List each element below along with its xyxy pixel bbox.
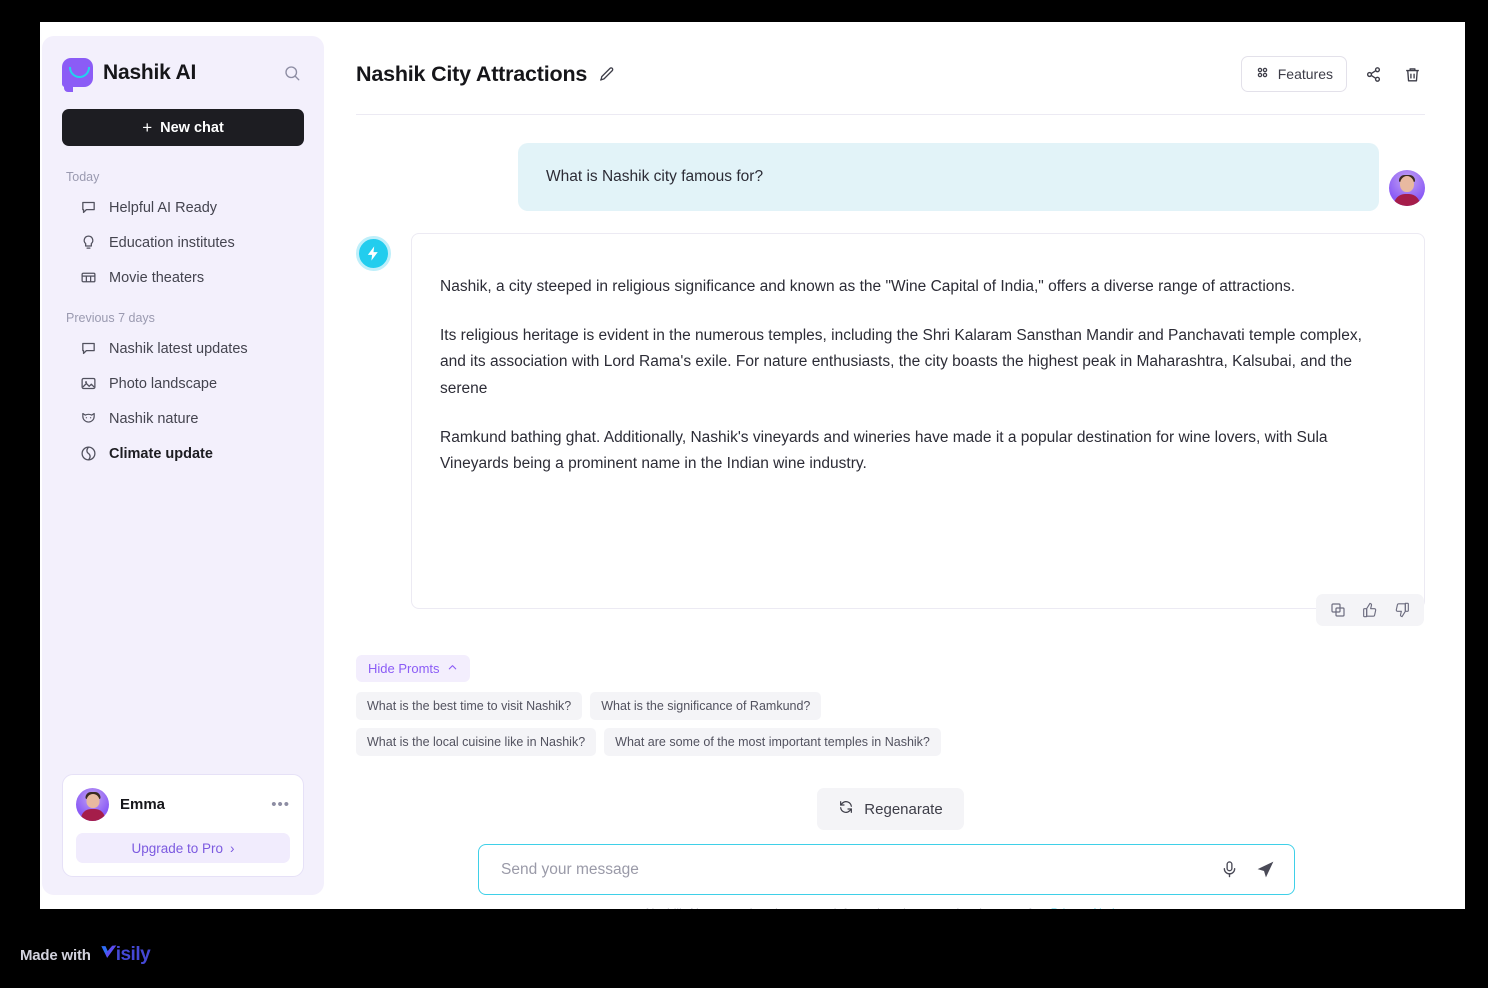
prompt-chip[interactable]: What is the significance of Ramkund? bbox=[590, 692, 822, 720]
sidebar-item-label: Nashik nature bbox=[109, 410, 199, 427]
chevron-right-icon: › bbox=[230, 840, 235, 856]
upgrade-label: Upgrade to Pro bbox=[131, 840, 224, 856]
pencil-icon[interactable] bbox=[598, 65, 616, 83]
prompt-chip[interactable]: What is the best time to visit Nashik? bbox=[356, 692, 583, 720]
disclaimer-text: Nashiik AI may produce inaccurate inform… bbox=[646, 906, 1051, 909]
sidebar-item-label: Movie theaters bbox=[109, 269, 205, 286]
app-window: Nashik AI + New chat Today Helpful AI Re… bbox=[40, 22, 1465, 909]
assistant-paragraph: Ramkund bathing ghat. Additionally, Nash… bbox=[440, 428, 1328, 473]
assistant-message-card: Nashik, a city steeped in religious sign… bbox=[411, 233, 1425, 626]
prompt-chip-list: What is the best time to visit Nashik? W… bbox=[356, 692, 1036, 756]
thumbs-down-icon[interactable] bbox=[1394, 602, 1410, 618]
page-title: Nashik City Attractions bbox=[356, 61, 588, 86]
user-message-bubble: What is Nashik city famous for? bbox=[518, 143, 1379, 211]
sidebar-item-label: Education institutes bbox=[109, 234, 235, 251]
visily-wordmark: isily bbox=[115, 944, 151, 965]
features-button[interactable]: Features bbox=[1240, 56, 1347, 92]
assistant-message-row: Nashik, a city steeped in religious sign… bbox=[356, 233, 1425, 626]
user-row: Emma ••• bbox=[76, 788, 290, 821]
send-icon[interactable] bbox=[1255, 859, 1276, 880]
globe-icon bbox=[80, 445, 97, 462]
cat-icon bbox=[80, 410, 97, 427]
regenerate-button[interactable]: Regenarate bbox=[817, 788, 964, 830]
sidebar-item-label: Helpful AI Ready bbox=[109, 199, 218, 216]
microphone-icon[interactable] bbox=[1220, 860, 1239, 879]
avatar bbox=[1389, 170, 1425, 206]
visily-check-icon bbox=[98, 942, 118, 968]
sidebar-item-label: Climate update bbox=[109, 445, 213, 462]
user-card: Emma ••• Upgrade to Pro › bbox=[62, 774, 304, 877]
watermark-prefix: Made with bbox=[20, 946, 91, 964]
user-message-row: What is Nashik city famous for? bbox=[356, 143, 1425, 211]
sidebar-item-label: Photo landscape bbox=[109, 375, 218, 392]
chat-header: Nashik City Attractions Features bbox=[356, 56, 1425, 115]
disclaimer: Nashiik AI may produce inaccurate inform… bbox=[478, 906, 1295, 909]
user-name: Emma bbox=[120, 796, 166, 813]
chat-bubble-icon bbox=[80, 340, 97, 357]
sidebar-item-nashik-latest-updates[interactable]: Nashik latest updates bbox=[62, 331, 304, 366]
refresh-icon bbox=[838, 799, 854, 819]
app-brand-name: Nashik AI bbox=[103, 60, 197, 84]
sidebar-brand-row: Nashik AI bbox=[62, 58, 304, 92]
hide-prompts-label: Hide Promts bbox=[368, 661, 440, 676]
chevron-up-icon bbox=[447, 661, 458, 676]
plus-icon: + bbox=[142, 117, 153, 137]
lightbulb-icon bbox=[80, 234, 97, 251]
new-chat-label: New chat bbox=[160, 119, 224, 136]
user-more-options-button[interactable]: ••• bbox=[271, 797, 290, 812]
image-icon bbox=[80, 375, 97, 392]
made-with-visily-watermark: Made with isily bbox=[20, 942, 151, 968]
regenerate-label: Regenarate bbox=[864, 800, 943, 818]
sidebar-item-helpful-ai-ready[interactable]: Helpful AI Ready bbox=[62, 190, 304, 225]
sidebar-item-movie-theaters[interactable]: Movie theaters bbox=[62, 260, 304, 295]
share-icon[interactable] bbox=[1361, 62, 1386, 87]
thumbs-up-icon[interactable] bbox=[1362, 602, 1378, 618]
sidebar-section-label-previous: Previous 7 days bbox=[66, 311, 155, 325]
sidebar-item-nashik-nature[interactable]: Nashik nature bbox=[62, 401, 304, 436]
privacy-notice-link[interactable]: Privacy Notice bbox=[1051, 906, 1128, 909]
message-input[interactable] bbox=[501, 860, 1204, 879]
trash-icon[interactable] bbox=[1400, 62, 1425, 87]
prompt-chip[interactable]: What are some of the most important temp… bbox=[604, 728, 941, 756]
header-actions: Features bbox=[1240, 56, 1425, 92]
chat-bubble-icon bbox=[80, 199, 97, 216]
sidebar-section-label-today: Today bbox=[66, 170, 100, 184]
assistant-bolt-icon bbox=[356, 236, 391, 271]
sidebar-item-photo-landscape[interactable]: Photo landscape bbox=[62, 366, 304, 401]
prompt-suggestions-section: Hide Promts What is the best time to vis… bbox=[356, 655, 1425, 756]
features-label: Features bbox=[1277, 66, 1333, 82]
conversation: What is Nashik city famous for? Nashik, … bbox=[356, 115, 1425, 909]
visily-logo: isily bbox=[98, 942, 151, 968]
composer-wrapper: Nashiik AI may produce inaccurate inform… bbox=[356, 844, 1425, 909]
copy-icon[interactable] bbox=[1330, 602, 1346, 618]
regenerate-row: Regenarate bbox=[356, 788, 1425, 830]
film-strip-icon bbox=[80, 269, 97, 286]
assistant-paragraph: Its religious heritage is evident in the… bbox=[440, 326, 1362, 397]
upgrade-to-pro-button[interactable]: Upgrade to Pro › bbox=[76, 833, 290, 863]
grid-dots-icon bbox=[1255, 65, 1270, 83]
sidebar-item-climate-update[interactable]: Climate update bbox=[62, 436, 304, 471]
search-icon[interactable] bbox=[280, 61, 304, 85]
avatar bbox=[76, 788, 109, 821]
assistant-paragraph: Nashik, a city steeped in religious sign… bbox=[440, 278, 1296, 295]
sidebar: Nashik AI + New chat Today Helpful AI Re… bbox=[42, 36, 324, 895]
message-composer[interactable] bbox=[478, 844, 1295, 895]
prompt-chip[interactable]: What is the local cuisine like in Nashik… bbox=[356, 728, 597, 756]
main-content: Nashik City Attractions Features What is… bbox=[324, 22, 1465, 909]
sidebar-item-education-institutes[interactable]: Education institutes bbox=[62, 225, 304, 260]
sidebar-item-label: Nashik latest updates bbox=[109, 340, 248, 357]
feedback-bar bbox=[1316, 594, 1424, 626]
hide-prompts-toggle[interactable]: Hide Promts bbox=[356, 655, 470, 682]
new-chat-button[interactable]: + New chat bbox=[62, 109, 304, 146]
app-logo-icon bbox=[62, 58, 93, 92]
